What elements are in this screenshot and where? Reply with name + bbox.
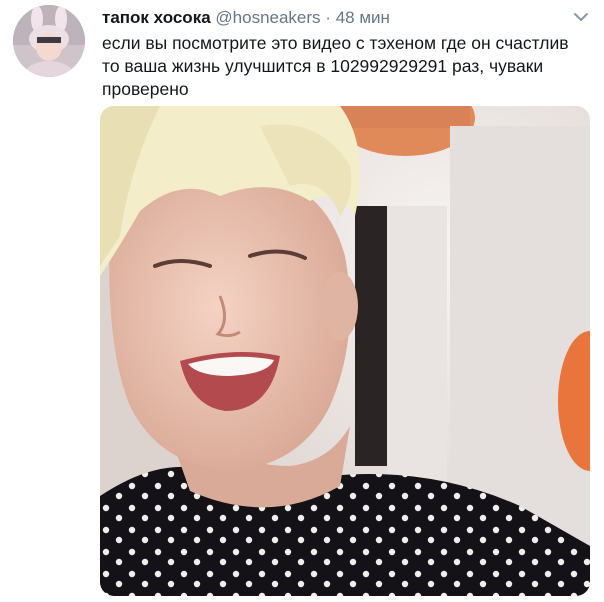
video-thumbnail[interactable] [100,106,590,596]
tweet-text: если вы посмотрите это видео с тэхеном г… [102,33,569,99]
display-name[interactable]: тапок хосока [102,8,211,27]
separator-dot: · [325,8,331,27]
tweet-header: тапок хосока @hosneakers · 48 мин [102,8,390,28]
profile-avatar-icon [13,5,85,77]
timestamp[interactable]: 48 мин [336,8,390,27]
avatar[interactable] [13,5,85,77]
video-frame-image [100,106,590,596]
tweet-menu-button[interactable] [572,10,590,24]
user-handle[interactable]: @hosneakers [215,8,320,27]
chevron-down-icon [574,13,588,21]
tweet-card[interactable]: тапок хосока @hosneakers · 48 мин если в… [0,0,604,602]
